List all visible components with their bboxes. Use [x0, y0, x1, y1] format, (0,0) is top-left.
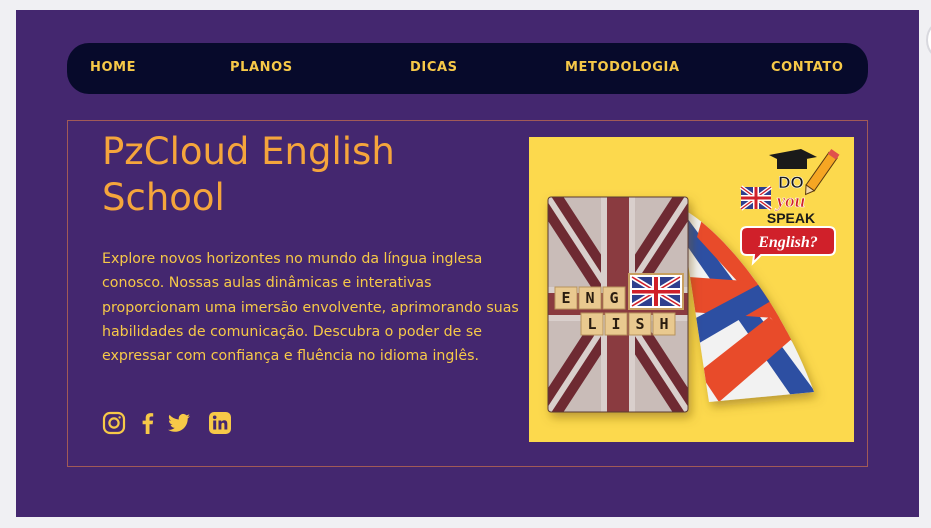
hero-image: E N G L I S H DO you SPEAK English? — [529, 137, 854, 442]
nav-item-contato[interactable]: CONTATO — [771, 60, 844, 75]
main-nav: HOME PLANOS DICAS METODOLOGIA CONTATO — [67, 43, 868, 94]
linkedin-icon[interactable] — [208, 411, 232, 437]
hero-title: PzCloud English School — [102, 130, 395, 219]
sticker-line3: SPEAK — [767, 210, 815, 226]
corner-button[interactable] — [926, 18, 931, 62]
instagram-icon[interactable] — [102, 411, 126, 437]
flag-tile-graphic — [628, 273, 684, 310]
tile-e: E — [561, 289, 570, 307]
sticker-line1: DO — [778, 173, 804, 192]
nav-item-dicas[interactable]: DICAS — [410, 60, 458, 75]
twitter-icon[interactable] — [166, 411, 192, 437]
hero-description: Explore novos horizontes no mundo da lín… — [102, 251, 519, 365]
sticker-line4: English? — [757, 234, 818, 251]
page-container: HOME PLANOS DICAS METODOLOGIA CONTATO Pz… — [16, 10, 919, 517]
sticker-line2: you — [775, 191, 806, 212]
nav-item-planos[interactable]: PLANOS — [230, 60, 293, 75]
nav-item-metodologia[interactable]: METODOLOGIA — [565, 60, 680, 75]
nav-item-home[interactable]: HOME — [90, 60, 136, 75]
tile-s: S — [635, 315, 644, 333]
tile-n: N — [585, 289, 594, 307]
tile-g: G — [609, 289, 618, 307]
tile-i: I — [611, 315, 620, 333]
tile-h: H — [659, 315, 668, 333]
facebook-icon[interactable] — [139, 411, 155, 437]
hero-section: PzCloud English School Explore novos hor… — [67, 120, 868, 467]
tile-l: L — [587, 315, 596, 333]
do-you-speak-english-sticker: DO you SPEAK English? — [739, 148, 840, 266]
